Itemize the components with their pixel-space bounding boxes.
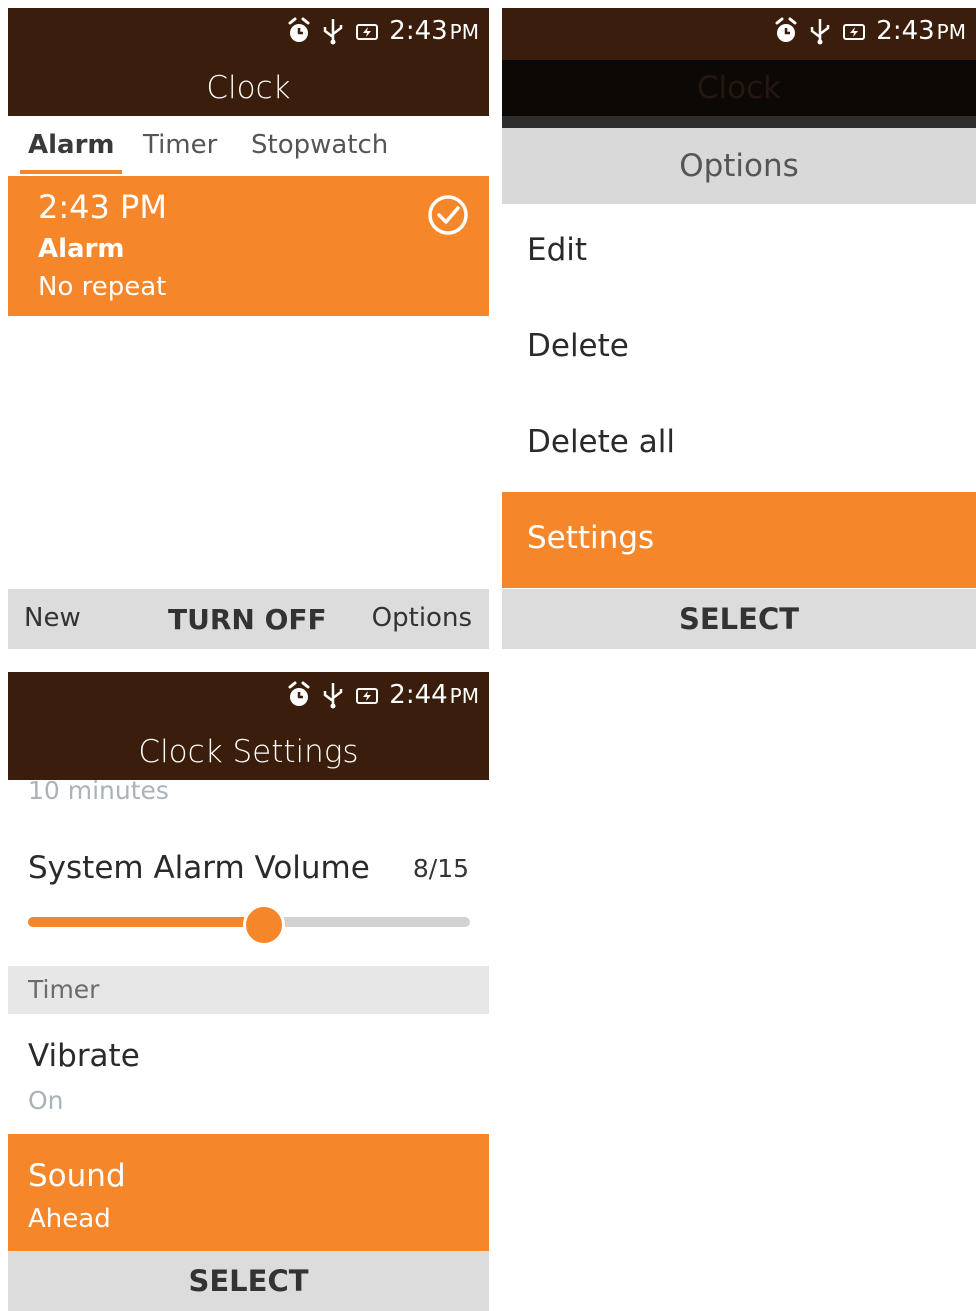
menu-item-label: Delete all <box>527 424 675 460</box>
status-bar: 2:44 PM <box>8 672 489 724</box>
status-icons: 2:43 PM <box>287 16 479 46</box>
status-icons: 2:43 PM <box>774 16 966 46</box>
dimmed-app-title: Clock <box>502 60 976 116</box>
alarm-clock-icon <box>288 681 310 706</box>
sound-value: Ahead <box>28 1204 111 1234</box>
status-icons: 2:44 PM <box>287 680 479 710</box>
section-header-timer: Timer <box>8 966 489 1014</box>
status-bar: 2:43 PM <box>502 8 976 60</box>
menu-item-delete-all[interactable]: Delete all <box>502 396 976 492</box>
volume-value: 8/15 <box>412 854 469 883</box>
turn-off-button[interactable]: TURN OFF <box>168 603 327 636</box>
options-menu-header: Options <box>502 128 976 204</box>
status-time: 2:43 PM <box>876 16 966 46</box>
options-button[interactable]: Options <box>372 603 472 633</box>
menu-item-edit[interactable]: Edit <box>502 204 976 300</box>
tab-stopwatch[interactable]: Stopwatch <box>251 130 388 160</box>
usb-icon <box>324 19 343 45</box>
usb-icon <box>324 683 343 709</box>
menu-item-delete[interactable]: Delete <box>502 300 976 396</box>
volume-slider-thumb[interactable] <box>242 904 285 946</box>
menu-item-label: Edit <box>527 232 588 268</box>
volume-label: System Alarm Volume <box>28 850 370 886</box>
options-menu-screen: 2:43 PM Clock Options Edit Delete Delete … <box>502 8 976 649</box>
alarm-list-item[interactable]: 2:43 PM Alarm No repeat <box>8 176 489 316</box>
alarm-time: 2:43 PM <box>38 188 167 226</box>
menu-item-label: Delete <box>527 328 629 364</box>
usb-icon <box>811 19 830 45</box>
menu-item-label: Settings <box>527 520 655 556</box>
battery-charging-icon <box>356 688 379 704</box>
active-tab-indicator <box>20 170 122 174</box>
alarm-clock-icon <box>288 17 310 42</box>
tab-bar: Alarm Timer Stopwatch <box>8 116 489 176</box>
dimmed-overlay-strip <box>502 116 976 128</box>
app-title: Clock Settings <box>8 724 489 780</box>
menu-item-settings[interactable]: Settings <box>502 492 976 588</box>
softkey-bar: New TURN OFF Options <box>8 589 489 649</box>
vibrate-value: On <box>28 1086 64 1115</box>
alarm-clock-icon <box>775 17 797 42</box>
status-bar: 2:43 PM <box>8 8 489 60</box>
status-time: 2:43 PM <box>389 16 479 46</box>
app-title: Clock <box>8 60 489 116</box>
setting-item-sound[interactable]: Sound Ahead <box>8 1134 489 1254</box>
status-time: 2:44 PM <box>389 680 479 710</box>
clock-alarm-screen: 2:43 PM Clock Alarm Timer Stopwatch 2:43 … <box>8 8 489 649</box>
volume-slider-fill <box>28 917 264 927</box>
section-header-label: Timer <box>28 975 100 1004</box>
battery-charging-icon <box>843 24 866 40</box>
snooze-value: 10 minutes <box>28 776 169 805</box>
alarm-repeat: No repeat <box>38 272 167 302</box>
select-button[interactable]: SELECT <box>8 1251 489 1311</box>
alarm-label: Alarm <box>38 234 125 264</box>
select-button[interactable]: SELECT <box>502 589 976 649</box>
vibrate-label: Vibrate <box>28 1038 140 1074</box>
new-button[interactable]: New <box>24 603 81 633</box>
tab-timer[interactable]: Timer <box>143 130 217 160</box>
tab-alarm[interactable]: Alarm <box>28 130 115 160</box>
volume-slider[interactable] <box>28 904 470 946</box>
check-circle-icon[interactable] <box>427 194 469 236</box>
battery-charging-icon <box>356 24 379 40</box>
sound-label: Sound <box>28 1158 126 1194</box>
clock-settings-screen: 2:44 PM 10 minutes Clock Settings System … <box>8 672 489 1311</box>
